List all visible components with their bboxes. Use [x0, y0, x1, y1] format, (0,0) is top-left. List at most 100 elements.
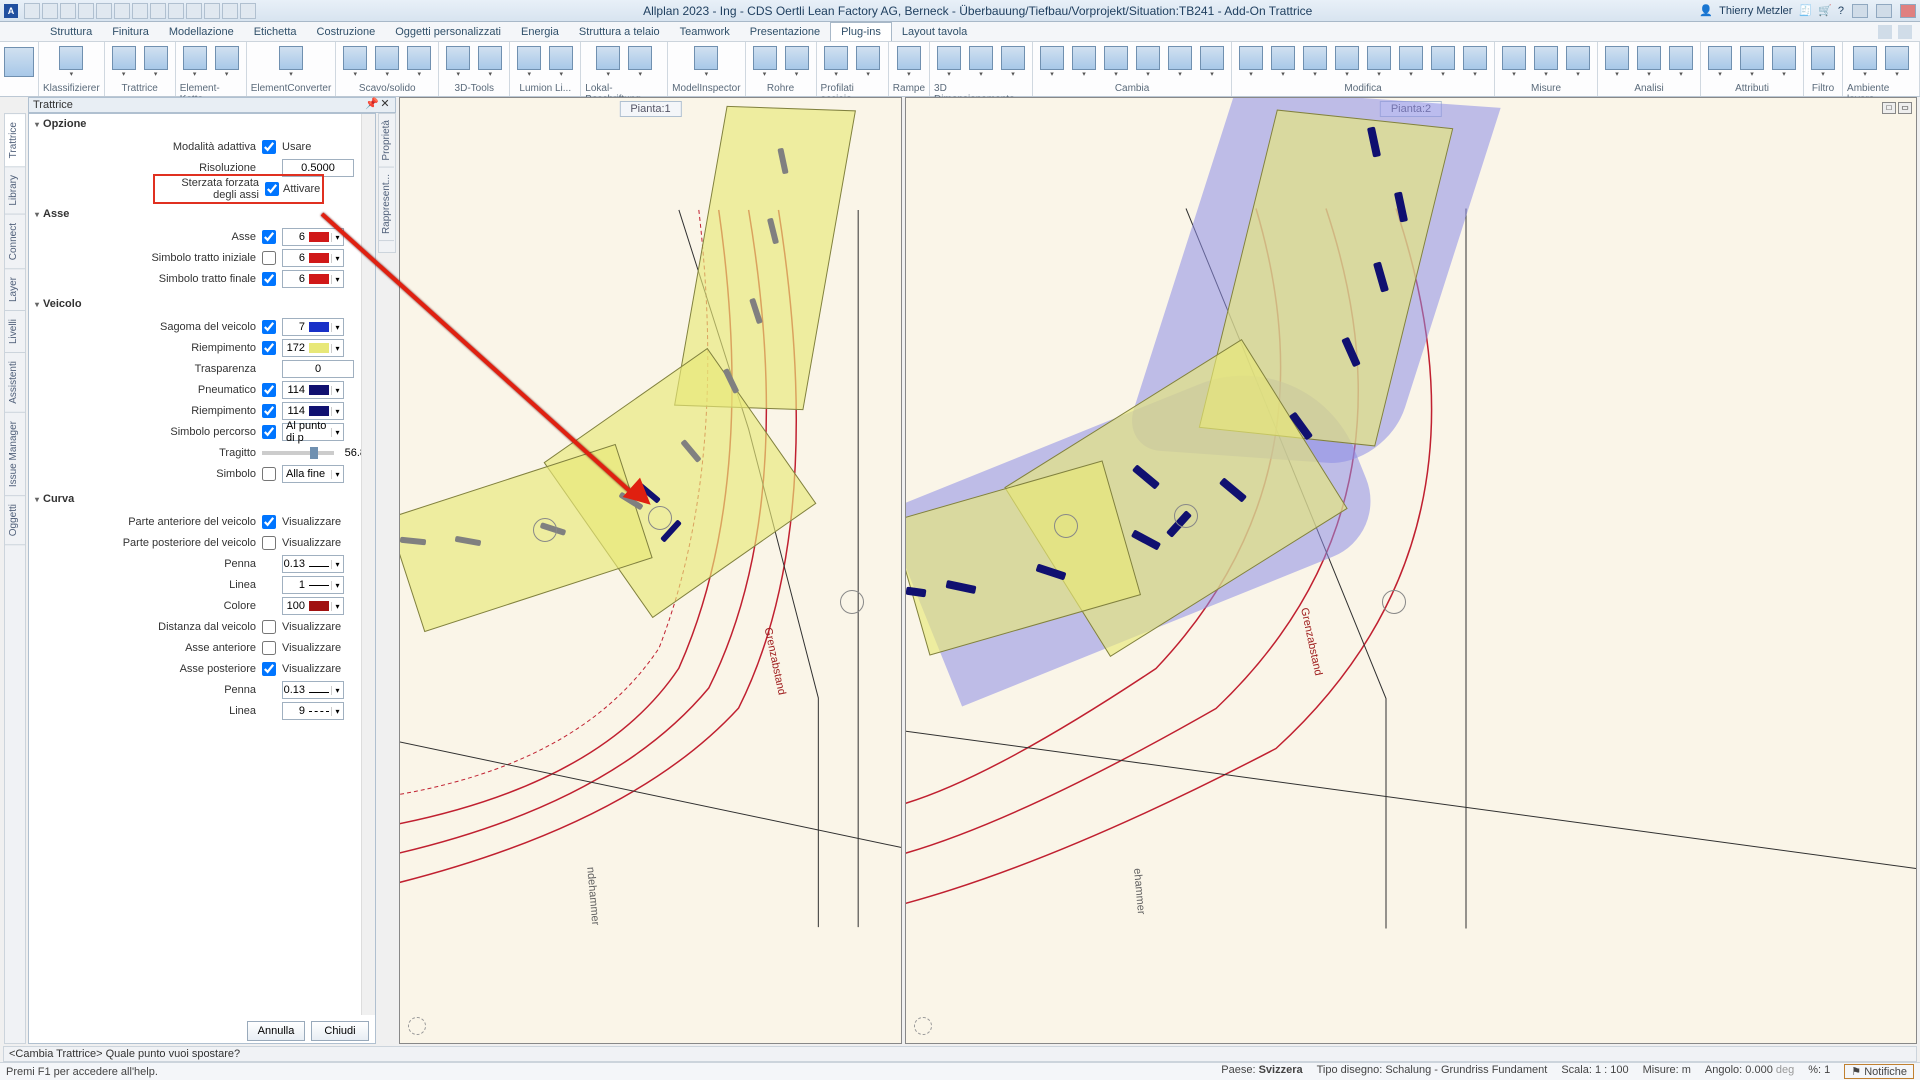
ribbon-btn[interactable]: ▾	[1769, 44, 1799, 80]
ribbon-btn[interactable]: ▾	[109, 44, 139, 80]
combo-linea[interactable]: 1▾	[282, 576, 344, 594]
ribbon-btn[interactable]: ▾	[1808, 44, 1838, 80]
dock-tab[interactable]: Library	[5, 167, 25, 215]
ribbon-btn[interactable]: ▾	[1396, 44, 1426, 80]
ribbon-btn[interactable]: ▾	[546, 44, 576, 80]
chk-front[interactable]	[262, 515, 276, 529]
user-icon[interactable]: 👤	[1699, 4, 1713, 17]
panel-close-icon[interactable]: ✕	[379, 99, 391, 111]
cart-icon[interactable]: 🛒	[1818, 4, 1832, 17]
minimize-button[interactable]	[1852, 4, 1868, 18]
menu-tab[interactable]: Struttura	[40, 23, 102, 41]
ribbon-btn[interactable]: ▾	[782, 44, 812, 80]
chk-asse_post[interactable]	[262, 662, 276, 676]
ribbon-btn[interactable]: ▾	[1634, 44, 1664, 80]
dock-tab[interactable]: Issue Manager	[5, 413, 25, 496]
settings-icon[interactable]	[1878, 25, 1892, 39]
qat-btn[interactable]	[204, 3, 220, 19]
menu-tab[interactable]: Presentazione	[740, 23, 830, 41]
search-icon[interactable]	[1898, 25, 1912, 39]
ribbon-btn[interactable]: ▾	[1428, 44, 1458, 80]
ribbon-btn[interactable]: ▾	[691, 44, 721, 80]
cancel-button[interactable]: Annulla	[247, 1021, 305, 1041]
ribbon-btn[interactable]: ▾	[1236, 44, 1266, 80]
combo-colore[interactable]: 100▾	[282, 597, 344, 615]
compass-icon[interactable]	[408, 1017, 426, 1035]
ribbon-btn[interactable]: ▾	[212, 44, 242, 80]
ribbon-btn[interactable]: ▾	[372, 44, 402, 80]
ribbon-btn[interactable]: ▾	[404, 44, 434, 80]
ribbon-btn[interactable]: ▾	[966, 44, 996, 80]
menu-tab[interactable]: Oggetti personalizzati	[385, 23, 511, 41]
qat-btn[interactable]	[24, 3, 40, 19]
ribbon-btn[interactable]: ▾	[475, 44, 505, 80]
combo-linea2[interactable]: 9▾	[282, 702, 344, 720]
combo-riemp2[interactable]: 114▾	[282, 402, 344, 420]
ribbon-btn[interactable]: ▾	[1602, 44, 1632, 80]
chk-simperc[interactable]	[262, 425, 276, 439]
combo-simbolo[interactable]: Alla fine▾	[282, 465, 344, 483]
panel-pin-icon[interactable]: 📌	[365, 99, 377, 111]
qat-btn[interactable]	[132, 3, 148, 19]
ribbon-btn[interactable]: ▾	[443, 44, 473, 80]
dock-tab[interactable]: Layer	[5, 269, 25, 311]
ribbon-btn[interactable]: ▾	[340, 44, 370, 80]
ribbon-btn[interactable]: ▾	[625, 44, 655, 80]
combo-penna2[interactable]: 0.13▾	[282, 681, 344, 699]
store-icon[interactable]: 🧾	[1798, 4, 1812, 17]
dock-tab[interactable]: Trattrice	[5, 114, 25, 167]
ribbon-btn[interactable]: ▾	[1737, 44, 1767, 80]
vp-maximize-icon[interactable]: □	[1882, 102, 1896, 114]
combo-riemp1[interactable]: 172▾	[282, 339, 344, 357]
qat-btn[interactable]	[168, 3, 184, 19]
notifications-button[interactable]: ⚑ Notifiche	[1844, 1064, 1914, 1079]
chk-simbolo[interactable]	[262, 467, 276, 481]
ribbon-btn[interactable]: ▾	[1563, 44, 1593, 80]
menu-tab[interactable]: Teamwork	[670, 23, 740, 41]
chk-riemp2[interactable]	[262, 404, 276, 418]
ribbon-btn[interactable]: ▾	[853, 44, 883, 80]
combo-simperc[interactable]: Al punto di p▾	[282, 423, 344, 441]
qat-btn[interactable]	[114, 3, 130, 19]
compass-icon[interactable]	[914, 1017, 932, 1035]
chk-pneu[interactable]	[262, 383, 276, 397]
qat-btn[interactable]	[150, 3, 166, 19]
ribbon-btn[interactable]: ▾	[821, 44, 851, 80]
vp-restore-icon[interactable]: ▭	[1898, 102, 1912, 114]
combo-pneu[interactable]: 114▾	[282, 381, 344, 399]
ribbon-btn[interactable]: ▾	[1037, 44, 1067, 80]
ribbon-btn[interactable]: ▾	[56, 44, 86, 80]
close-button[interactable]	[1900, 4, 1916, 18]
qat-btn[interactable]	[60, 3, 76, 19]
ribbon-btn[interactable]: ▾	[1101, 44, 1131, 80]
ribbon-btn[interactable]: ▾	[1165, 44, 1195, 80]
help-icon[interactable]: ?	[1838, 5, 1844, 17]
combo-penna[interactable]: 0.13▾	[282, 555, 344, 573]
ribbon-btn[interactable]: ▾	[1268, 44, 1298, 80]
chk-dist[interactable]	[262, 620, 276, 634]
ribbon-btn[interactable]: ▾	[276, 44, 306, 80]
ribbon-btn[interactable]: ▾	[1666, 44, 1696, 80]
chk-asse[interactable]	[262, 230, 276, 244]
chk-riemp1[interactable]	[262, 341, 276, 355]
ribbon-btn[interactable]: ▾	[1850, 44, 1880, 80]
ribbon-btn[interactable]: ▾	[1460, 44, 1490, 80]
ribbon-btn[interactable]: ▾	[1300, 44, 1330, 80]
menu-tab[interactable]: Layout tavola	[892, 23, 977, 41]
ribbon-btn[interactable]: ▾	[1197, 44, 1227, 80]
panel-side-tab[interactable]: Proprietà	[379, 114, 394, 168]
dock-tab[interactable]: Connect	[5, 215, 25, 269]
ribbon-btn[interactable]: ▾	[141, 44, 171, 80]
qat-btn[interactable]	[78, 3, 94, 19]
chk-asse_ant[interactable]	[262, 641, 276, 655]
combo-sagoma[interactable]: 7▾	[282, 318, 344, 336]
section-veicolo[interactable]: Veicolo	[29, 294, 375, 312]
chk-adaptive[interactable]	[262, 140, 276, 154]
ribbon-btn[interactable]: ▾	[1332, 44, 1362, 80]
menu-tab[interactable]: Energia	[511, 23, 569, 41]
combo-sim_i[interactable]: 6▾	[282, 249, 344, 267]
menu-tab[interactable]: Costruzione	[307, 23, 386, 41]
menu-tab[interactable]: Etichetta	[244, 23, 307, 41]
ribbon-btn[interactable]: ▾	[180, 44, 210, 80]
input-trasp[interactable]	[282, 360, 354, 378]
